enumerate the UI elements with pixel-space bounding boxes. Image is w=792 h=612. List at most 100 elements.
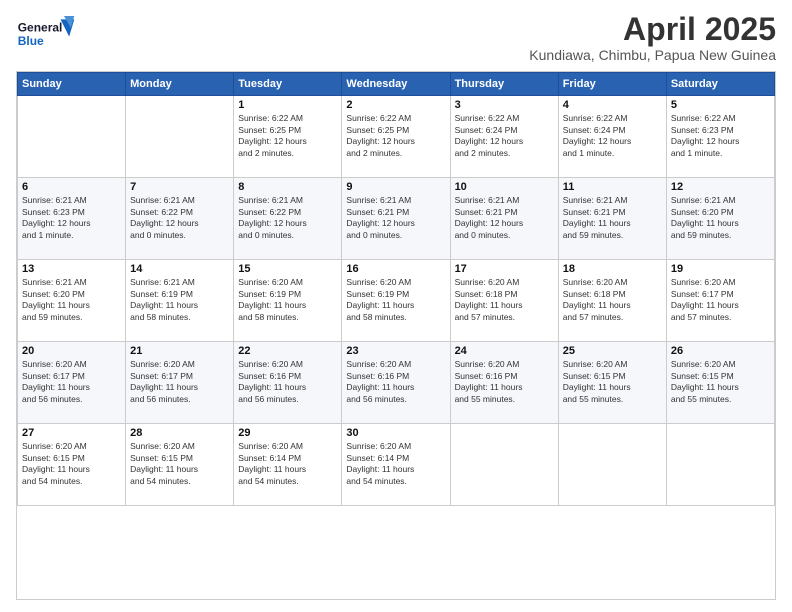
- day-info: Sunrise: 6:20 AM Sunset: 6:15 PM Dayligh…: [563, 359, 662, 405]
- day-number: 14: [130, 263, 229, 275]
- day-number: 4: [563, 99, 662, 111]
- day-info: Sunrise: 6:21 AM Sunset: 6:20 PM Dayligh…: [671, 195, 770, 241]
- header: General Blue April 2025 Kundiawa, Chimbu…: [16, 12, 776, 63]
- day-cell: 7 Sunrise: 6:21 AM Sunset: 6:22 PM Daylig…: [126, 178, 234, 260]
- day-info: Sunrise: 6:22 AM Sunset: 6:24 PM Dayligh…: [563, 113, 662, 159]
- day-number: 9: [346, 181, 445, 193]
- weekday-header-friday: Friday: [558, 73, 666, 96]
- day-info: Sunrise: 6:21 AM Sunset: 6:21 PM Dayligh…: [563, 195, 662, 241]
- day-info: Sunrise: 6:22 AM Sunset: 6:23 PM Dayligh…: [671, 113, 770, 159]
- day-number: 21: [130, 345, 229, 357]
- day-number: 13: [22, 263, 121, 275]
- day-info: Sunrise: 6:20 AM Sunset: 6:17 PM Dayligh…: [130, 359, 229, 405]
- day-number: 2: [346, 99, 445, 111]
- day-cell: 25 Sunrise: 6:20 AM Sunset: 6:15 PM Dayli…: [558, 342, 666, 424]
- day-info: Sunrise: 6:21 AM Sunset: 6:23 PM Dayligh…: [22, 195, 121, 241]
- calendar: SundayMondayTuesdayWednesdayThursdayFrid…: [16, 71, 776, 600]
- day-cell: [558, 424, 666, 506]
- day-number: 10: [455, 181, 554, 193]
- svg-text:Blue: Blue: [18, 34, 44, 48]
- day-cell: 9 Sunrise: 6:21 AM Sunset: 6:21 PM Daylig…: [342, 178, 450, 260]
- day-info: Sunrise: 6:20 AM Sunset: 6:15 PM Dayligh…: [22, 441, 121, 487]
- weekday-header-sunday: Sunday: [18, 73, 126, 96]
- day-info: Sunrise: 6:20 AM Sunset: 6:14 PM Dayligh…: [346, 441, 445, 487]
- day-number: 8: [238, 181, 337, 193]
- day-number: 25: [563, 345, 662, 357]
- day-cell: 3Sunrise: 6:22 AM Sunset: 6:24 PM Daylig…: [450, 96, 558, 178]
- day-cell: 17 Sunrise: 6:20 AM Sunset: 6:18 PM Dayli…: [450, 260, 558, 342]
- day-number: 20: [22, 345, 121, 357]
- day-info: Sunrise: 6:20 AM Sunset: 6:18 PM Dayligh…: [455, 277, 554, 323]
- day-number: 18: [563, 263, 662, 275]
- weekday-header-wednesday: Wednesday: [342, 73, 450, 96]
- day-cell: 27 Sunrise: 6:20 AM Sunset: 6:15 PM Dayli…: [18, 424, 126, 506]
- day-info: Sunrise: 6:20 AM Sunset: 6:17 PM Dayligh…: [22, 359, 121, 405]
- day-info: Sunrise: 6:22 AM Sunset: 6:25 PM Dayligh…: [346, 113, 445, 159]
- day-cell: 20 Sunrise: 6:20 AM Sunset: 6:17 PM Dayli…: [18, 342, 126, 424]
- day-info: Sunrise: 6:20 AM Sunset: 6:15 PM Dayligh…: [671, 359, 770, 405]
- day-number: 16: [346, 263, 445, 275]
- logo-icon: General Blue: [16, 12, 76, 56]
- day-cell: 14 Sunrise: 6:21 AM Sunset: 6:19 PM Dayli…: [126, 260, 234, 342]
- day-info: Sunrise: 6:20 AM Sunset: 6:18 PM Dayligh…: [563, 277, 662, 323]
- week-row-1: 1 Sunrise: 6:22 AM Sunset: 6:25 PM Daylig…: [18, 96, 775, 178]
- day-number: 19: [671, 263, 770, 275]
- day-info: Sunrise: 6:20 AM Sunset: 6:19 PM Dayligh…: [346, 277, 445, 323]
- week-row-3: 13 Sunrise: 6:21 AM Sunset: 6:20 PM Dayli…: [18, 260, 775, 342]
- month-title: April 2025: [529, 12, 776, 47]
- day-number: 1: [238, 99, 337, 111]
- day-cell: 21 Sunrise: 6:20 AM Sunset: 6:17 PM Dayli…: [126, 342, 234, 424]
- day-info: Sunrise: 6:21 AM Sunset: 6:22 PM Dayligh…: [130, 195, 229, 241]
- day-cell: 28 Sunrise: 6:20 AM Sunset: 6:15 PM Dayli…: [126, 424, 234, 506]
- day-info: Sunrise: 6:20 AM Sunset: 6:17 PM Dayligh…: [671, 277, 770, 323]
- week-row-4: 20 Sunrise: 6:20 AM Sunset: 6:17 PM Dayli…: [18, 342, 775, 424]
- day-cell: 6Sunrise: 6:21 AM Sunset: 6:23 PM Daylig…: [18, 178, 126, 260]
- day-info: Sunrise: 6:21 AM Sunset: 6:21 PM Dayligh…: [455, 195, 554, 241]
- day-info: Sunrise: 6:21 AM Sunset: 6:20 PM Dayligh…: [22, 277, 121, 323]
- day-cell: 30 Sunrise: 6:20 AM Sunset: 6:14 PM Dayli…: [342, 424, 450, 506]
- week-row-5: 27 Sunrise: 6:20 AM Sunset: 6:15 PM Dayli…: [18, 424, 775, 506]
- weekday-header-tuesday: Tuesday: [234, 73, 342, 96]
- day-info: Sunrise: 6:20 AM Sunset: 6:16 PM Dayligh…: [238, 359, 337, 405]
- day-number: 28: [130, 427, 229, 439]
- day-info: Sunrise: 6:21 AM Sunset: 6:22 PM Dayligh…: [238, 195, 337, 241]
- week-row-2: 6Sunrise: 6:21 AM Sunset: 6:23 PM Daylig…: [18, 178, 775, 260]
- day-info: Sunrise: 6:20 AM Sunset: 6:15 PM Dayligh…: [130, 441, 229, 487]
- day-info: Sunrise: 6:22 AM Sunset: 6:25 PM Dayligh…: [238, 113, 337, 159]
- day-cell: 12 Sunrise: 6:21 AM Sunset: 6:20 PM Dayli…: [666, 178, 774, 260]
- day-number: 30: [346, 427, 445, 439]
- day-number: 26: [671, 345, 770, 357]
- day-info: Sunrise: 6:20 AM Sunset: 6:14 PM Dayligh…: [238, 441, 337, 487]
- day-cell: 10 Sunrise: 6:21 AM Sunset: 6:21 PM Dayli…: [450, 178, 558, 260]
- title-block: April 2025 Kundiawa, Chimbu, Papua New G…: [529, 12, 776, 63]
- day-cell: 19 Sunrise: 6:20 AM Sunset: 6:17 PM Dayli…: [666, 260, 774, 342]
- day-number: 24: [455, 345, 554, 357]
- day-cell: 4 Sunrise: 6:22 AM Sunset: 6:24 PM Daylig…: [558, 96, 666, 178]
- day-number: 15: [238, 263, 337, 275]
- page: General Blue April 2025 Kundiawa, Chimbu…: [0, 0, 792, 612]
- day-cell: 26 Sunrise: 6:20 AM Sunset: 6:15 PM Dayli…: [666, 342, 774, 424]
- day-cell: 11Sunrise: 6:21 AM Sunset: 6:21 PM Dayli…: [558, 178, 666, 260]
- day-number: 5: [671, 99, 770, 111]
- day-cell: 18 Sunrise: 6:20 AM Sunset: 6:18 PM Dayli…: [558, 260, 666, 342]
- day-number: 3: [455, 99, 554, 111]
- day-info: Sunrise: 6:20 AM Sunset: 6:19 PM Dayligh…: [238, 277, 337, 323]
- day-cell: [18, 96, 126, 178]
- day-cell: 13 Sunrise: 6:21 AM Sunset: 6:20 PM Dayli…: [18, 260, 126, 342]
- weekday-header-saturday: Saturday: [666, 73, 774, 96]
- day-number: 23: [346, 345, 445, 357]
- day-cell: [450, 424, 558, 506]
- day-number: 22: [238, 345, 337, 357]
- day-info: Sunrise: 6:21 AM Sunset: 6:21 PM Dayligh…: [346, 195, 445, 241]
- svg-text:General: General: [18, 20, 63, 34]
- day-info: Sunrise: 6:21 AM Sunset: 6:19 PM Dayligh…: [130, 277, 229, 323]
- day-cell: [126, 96, 234, 178]
- day-number: 17: [455, 263, 554, 275]
- day-cell: 23Sunrise: 6:20 AM Sunset: 6:16 PM Dayli…: [342, 342, 450, 424]
- day-number: 27: [22, 427, 121, 439]
- day-cell: 15 Sunrise: 6:20 AM Sunset: 6:19 PM Dayli…: [234, 260, 342, 342]
- day-number: 29: [238, 427, 337, 439]
- weekday-header-monday: Monday: [126, 73, 234, 96]
- day-number: 7: [130, 181, 229, 193]
- day-number: 12: [671, 181, 770, 193]
